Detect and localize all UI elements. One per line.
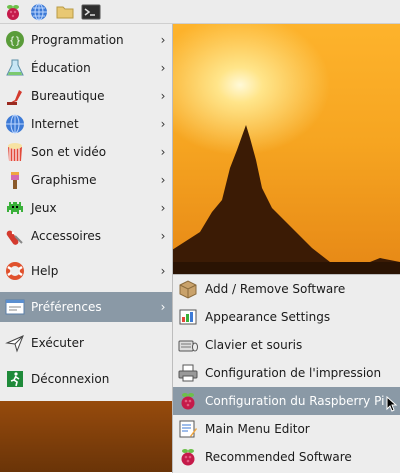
preferences-submenu: Add / Remove Software Appearance Setting… bbox=[172, 274, 400, 473]
menu-item-label: Accessoires bbox=[31, 229, 102, 243]
office-icon bbox=[4, 85, 26, 107]
package-icon bbox=[177, 278, 199, 300]
menu-item-internet[interactable]: Internet › bbox=[0, 110, 172, 138]
menu-item-label: Internet bbox=[31, 117, 79, 131]
keyboard-mouse-icon bbox=[177, 334, 199, 356]
menu-item-executer[interactable]: Exécuter bbox=[0, 328, 172, 358]
mouse-cursor-icon bbox=[386, 396, 398, 412]
menu-item-help[interactable]: Help › bbox=[0, 256, 172, 286]
menu-item-label: Bureautique bbox=[31, 89, 105, 103]
raspberry-icon bbox=[177, 446, 199, 468]
main-menu: {} Programmation › Éducation › Bureautiq… bbox=[0, 24, 173, 401]
submenu-arrow-icon: › bbox=[160, 117, 166, 131]
menu-item-label: Help bbox=[31, 264, 59, 278]
file-manager-button[interactable] bbox=[54, 1, 76, 23]
menu-item-accessoires[interactable]: Accessoires › bbox=[0, 222, 172, 250]
folder-icon bbox=[56, 6, 74, 18]
graphics-icon bbox=[4, 169, 26, 191]
menu-item-bureautique[interactable]: Bureautique › bbox=[0, 82, 172, 110]
taskbar bbox=[0, 0, 400, 24]
menu-item-label: Déconnexion bbox=[31, 372, 110, 386]
menu-editor-icon bbox=[177, 418, 199, 440]
submenu-item-appearance-settings[interactable]: Appearance Settings bbox=[173, 303, 400, 331]
terminal-button[interactable] bbox=[80, 1, 102, 23]
submenu-item-clavier-et-souris[interactable]: Clavier et souris bbox=[173, 331, 400, 359]
raspberry-menu-button[interactable] bbox=[2, 1, 24, 23]
programming-icon: {} bbox=[4, 29, 26, 51]
terminal-icon bbox=[81, 4, 101, 19]
submenu-arrow-icon: › bbox=[160, 201, 166, 215]
submenu-arrow-icon: › bbox=[160, 173, 166, 187]
menu-item-jeux[interactable]: Jeux › bbox=[0, 194, 172, 222]
web-browser-button[interactable] bbox=[28, 1, 50, 23]
submenu-arrow-icon: › bbox=[160, 61, 166, 75]
menu-item-label: Jeux bbox=[31, 201, 57, 215]
internet-icon bbox=[4, 113, 26, 135]
menu-item-preferences[interactable]: Préférences › bbox=[0, 292, 172, 322]
submenu-item-label: Configuration du Raspberry Pi bbox=[205, 394, 385, 408]
globe-icon bbox=[31, 3, 47, 20]
submenu-item-main-menu-editor[interactable]: Main Menu Editor bbox=[173, 415, 400, 443]
sound-video-icon bbox=[4, 141, 26, 163]
menu-item-label: Exécuter bbox=[31, 336, 84, 350]
raspberry-icon bbox=[177, 390, 199, 412]
submenu-item-label: Appearance Settings bbox=[205, 310, 331, 324]
submenu-arrow-icon: › bbox=[160, 300, 166, 314]
menu-item-label: Son et vidéo bbox=[31, 145, 107, 159]
preferences-icon bbox=[4, 296, 26, 318]
accessories-icon bbox=[4, 225, 26, 247]
submenu-item-configuration-impression[interactable]: Configuration de l'impression bbox=[173, 359, 400, 387]
menu-item-label: Préférences bbox=[31, 300, 102, 314]
svg-text:{}: {} bbox=[9, 36, 21, 47]
printer-icon bbox=[177, 362, 199, 384]
submenu-arrow-icon: › bbox=[160, 89, 166, 103]
menu-item-deconnexion[interactable]: Déconnexion bbox=[0, 364, 172, 394]
submenu-item-label: Clavier et souris bbox=[205, 338, 303, 352]
submenu-arrow-icon: › bbox=[160, 264, 166, 278]
menu-item-programmation[interactable]: {} Programmation › bbox=[0, 26, 172, 54]
menu-item-label: Graphisme bbox=[31, 173, 97, 187]
submenu-item-configuration-raspberry-pi[interactable]: Configuration du Raspberry Pi bbox=[173, 387, 400, 415]
menu-item-label: Éducation bbox=[31, 61, 91, 75]
run-icon bbox=[4, 332, 26, 354]
menu-item-son-et-video[interactable]: Son et vidéo › bbox=[0, 138, 172, 166]
menu-item-education[interactable]: Éducation › bbox=[0, 54, 172, 82]
raspberry-icon bbox=[7, 4, 19, 20]
submenu-arrow-icon: › bbox=[160, 145, 166, 159]
submenu-item-label: Configuration de l'impression bbox=[205, 366, 382, 380]
submenu-item-label: Add / Remove Software bbox=[205, 282, 346, 296]
menu-item-graphisme[interactable]: Graphisme › bbox=[0, 166, 172, 194]
submenu-item-recommended-software[interactable]: Recommended Software bbox=[173, 443, 400, 471]
submenu-arrow-icon: › bbox=[160, 33, 166, 47]
logout-icon bbox=[4, 368, 26, 390]
education-icon bbox=[4, 57, 26, 79]
submenu-item-label: Recommended Software bbox=[205, 450, 352, 464]
submenu-item-label: Main Menu Editor bbox=[205, 422, 310, 436]
games-icon bbox=[4, 197, 26, 219]
appearance-icon bbox=[177, 306, 199, 328]
submenu-item-add-remove-software[interactable]: Add / Remove Software bbox=[173, 275, 400, 303]
menu-item-label: Programmation bbox=[31, 33, 124, 47]
submenu-arrow-icon: › bbox=[160, 229, 166, 243]
help-icon bbox=[4, 260, 26, 282]
